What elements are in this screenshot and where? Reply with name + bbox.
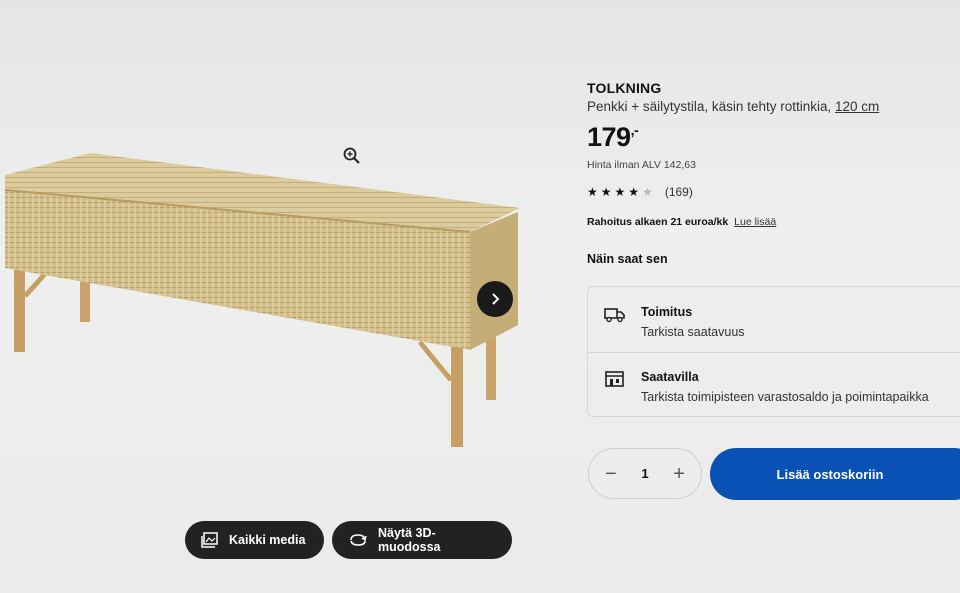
store-icon bbox=[605, 371, 624, 387]
all-media-label: Kaikki media bbox=[229, 533, 306, 547]
product-rating[interactable]: ★ ★ ★ ★ ★ (169) bbox=[587, 185, 960, 199]
increase-quantity-button[interactable]: + bbox=[673, 464, 685, 484]
add-to-cart-button[interactable]: Lisää ostoskoriin bbox=[710, 448, 960, 500]
all-media-button[interactable]: Kaikki media bbox=[185, 521, 324, 559]
delivery-subtitle: Tarkista saatavuus bbox=[641, 325, 745, 339]
quantity-value[interactable]: 1 bbox=[641, 466, 648, 481]
store-subtitle: Tarkista toimipisteen varastosaldo ja po… bbox=[641, 390, 929, 404]
product-price: 179,- bbox=[587, 122, 960, 153]
availability-box: Toimitus Tarkista saatavuus Saatavilla T… bbox=[587, 286, 960, 417]
star-empty-icon: ★ bbox=[642, 185, 653, 199]
financing-text: Rahoitus alkaen 21 euroa/kk bbox=[587, 216, 729, 228]
next-image-button[interactable] bbox=[477, 281, 513, 317]
truck-icon bbox=[604, 308, 625, 323]
store-title: Saatavilla bbox=[641, 370, 699, 384]
view-3d-button[interactable]: Näytä 3D-muodossa bbox=[332, 521, 512, 559]
star-icon: ★ bbox=[614, 185, 626, 199]
star-icon: ★ bbox=[600, 185, 612, 199]
price-without-vat: Hinta ilman ALV 142,63 bbox=[587, 159, 696, 171]
gallery-icon bbox=[201, 532, 218, 548]
product-image bbox=[4, 153, 520, 447]
add-to-cart-label: Lisää ostoskoriin bbox=[776, 466, 884, 482]
financing-info: Rahoitus alkaen 21 euroa/kk Lue lisää bbox=[587, 216, 960, 228]
rotate-3d-icon bbox=[350, 534, 367, 546]
view-3d-label: Näytä 3D-muodossa bbox=[378, 526, 441, 554]
delivery-title: Toimitus bbox=[641, 305, 693, 319]
delivery-option[interactable]: Toimitus Tarkista saatavuus bbox=[588, 287, 960, 353]
decrease-quantity-button[interactable]: − bbox=[605, 464, 617, 484]
chevron-right-icon bbox=[492, 293, 500, 305]
review-count: (169) bbox=[664, 185, 693, 199]
product-description: Penkki + säilytystila, käsin tehty rotti… bbox=[587, 99, 960, 114]
product-size-link[interactable]: 120 cm bbox=[835, 99, 879, 114]
product-info: TOLKNING Penkki + säilytystila, käsin te… bbox=[587, 80, 960, 266]
price-suffix: ,- bbox=[630, 122, 639, 138]
product-description-text: Penkki + säilytystila, käsin tehty rotti… bbox=[587, 99, 832, 114]
availability-heading: Näin saat sen bbox=[587, 252, 668, 266]
price-value: 179 bbox=[587, 122, 631, 152]
store-option[interactable]: Saatavilla Tarkista toimipisteen varasto… bbox=[588, 352, 960, 417]
quantity-stepper[interactable]: − 1 + bbox=[588, 448, 702, 499]
read-more-link[interactable]: Lue lisää bbox=[734, 216, 776, 228]
product-gallery: Kaikki media Näytä 3D-muodossa bbox=[0, 0, 560, 593]
star-icon: ★ bbox=[587, 185, 598, 199]
star-icon: ★ bbox=[628, 185, 640, 199]
product-name: TOLKNING bbox=[587, 80, 662, 96]
